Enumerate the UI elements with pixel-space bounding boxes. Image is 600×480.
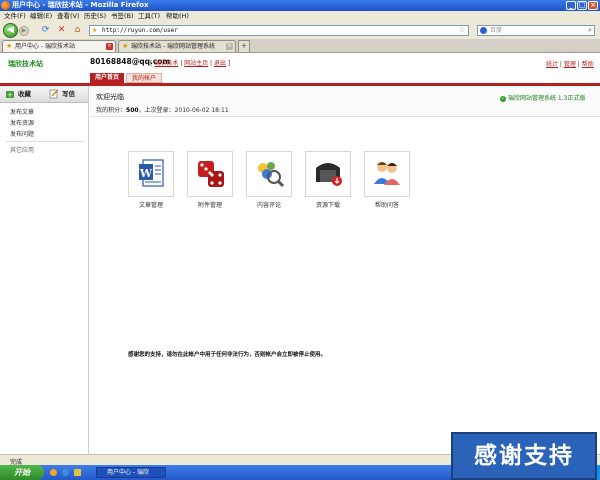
points-label: 我的积分： [96, 107, 127, 114]
sidebar-divider [6, 141, 84, 142]
link-help[interactable]: 帮助 [582, 61, 594, 68]
app-resource-download[interactable] [305, 151, 351, 197]
menu-edit[interactable]: 编辑(E) [30, 11, 52, 22]
bracket-open: [ [150, 60, 153, 67]
header-right-links: 统计 | 管理 | 帮助 [546, 61, 594, 68]
link-site-home[interactable]: 网站主页 [184, 60, 208, 67]
back-button[interactable]: ◀ [3, 23, 18, 38]
write-letter-icon [49, 89, 59, 99]
quicklaunch-folder-icon[interactable] [74, 469, 81, 476]
menu-file[interactable]: 文件(F) [4, 11, 26, 22]
write-button[interactable]: 写信 [62, 89, 75, 99]
account-notice: 感谢您的支持，请勿在此帐户中用于任何非法行为，否则帐户会立即被停止使用。 [128, 352, 327, 358]
tab-favicon-icon: ★ [122, 42, 129, 50]
app-article-manage[interactable]: W [128, 151, 174, 197]
page-favicon-icon: ★ [92, 27, 98, 34]
search-box[interactable]: 百度 ⌕ [477, 25, 595, 36]
tab-user-home[interactable]: 用户首页 [90, 73, 124, 83]
points-value: 500 [126, 107, 139, 114]
last-login-time: 2010-06-02 18:11 [174, 107, 229, 114]
url-text: http://ruyun.com/user [102, 27, 178, 34]
quicklaunch-firefox-icon[interactable] [50, 469, 57, 476]
url-bar[interactable]: ★ http://ruyun.com/user ☆ [89, 25, 469, 36]
link-logout[interactable]: 退出 [214, 60, 226, 67]
firefox-icon [1, 1, 10, 10]
link-stats[interactable]: 统计 [546, 61, 558, 68]
reload-icon[interactable]: ⟳ [40, 25, 51, 36]
home-icon[interactable]: ⌂ [72, 25, 83, 36]
maximize-button[interactable]: □ [577, 1, 587, 10]
app-label: 帮助问答 [374, 202, 399, 209]
tab-favicon-icon: ★ [6, 42, 13, 50]
tab-close-icon[interactable]: × [106, 43, 113, 50]
menu-view[interactable]: 查看(V) [57, 11, 80, 22]
favorite-button[interactable]: 收藏 [18, 89, 31, 99]
header-links: [ 瑞欣技术 | 网站主页 | 退出 ] [150, 60, 231, 67]
app-attachment-manage[interactable] [187, 151, 233, 197]
tab-label: 瑞欣技术站 - 瑞欣网站管理系统 [131, 43, 215, 50]
arrow-right-icon: ▶ [21, 27, 27, 34]
start-button[interactable]: 开始 [0, 465, 44, 480]
menu-bookmarks[interactable]: 书签(B) [111, 11, 134, 22]
new-tab-button[interactable]: + [238, 40, 250, 52]
search-icon[interactable]: ⌕ [588, 26, 592, 35]
quicklaunch-ie-icon[interactable] [62, 469, 69, 476]
tab-user-center[interactable]: ★ 用户中心 - 瑞欣技术站 × [2, 40, 116, 52]
user-points: 我的积分：500，上次登录：2010-06-02 18:11 [96, 105, 229, 114]
tab-close-icon[interactable]: × [226, 43, 233, 50]
tab-my-account[interactable]: 我的帐户 [126, 73, 162, 83]
close-window-button[interactable]: × [588, 1, 598, 10]
users-icon [374, 162, 400, 185]
menu-tools[interactable]: 工具(T) [138, 11, 160, 22]
bookmark-star-icon[interactable]: ☆ [459, 26, 465, 35]
link-ruixin-tech[interactable]: 瑞欣技术 [154, 60, 178, 67]
favorite-add-icon: + [6, 91, 14, 99]
app-content-comment[interactable] [246, 151, 292, 197]
app-label: 内容评论 [256, 202, 281, 209]
sidebar-item-other-apps[interactable]: 其它应用 [10, 145, 34, 154]
search-placeholder: 百度 [490, 27, 503, 34]
sidebar-item-publish-resource[interactable]: 发布资源 [10, 118, 34, 127]
forward-button[interactable]: ▶ [19, 26, 29, 36]
check-icon: ✓ [500, 95, 506, 102]
tab-site-home[interactable]: ★ 瑞欣技术站 - 瑞欣网站管理系统 × [118, 40, 236, 52]
thanks-banner: 感谢支持 [451, 432, 597, 480]
menu-help[interactable]: 帮助(H) [166, 11, 189, 22]
minimize-button[interactable]: _ [566, 1, 576, 10]
menu-history[interactable]: 历史(S) [84, 11, 106, 22]
link-admin[interactable]: 管理 [564, 61, 576, 68]
site-logo[interactable]: 瑞欣技术站 [8, 59, 43, 69]
sidebar-item-publish-article[interactable]: 发布文章 [10, 107, 34, 116]
comment-magnifier-icon [258, 162, 285, 188]
navigation-toolbar: ◀ ▶ ⟳ ✕ ⌂ ★ http://ruyun.com/user ☆ 百度 ⌕ [0, 22, 600, 40]
dice-icon [198, 161, 224, 187]
window-title-bar[interactable]: 用户中心 - 瑞欣技术站 - Mozilla Firefox _ □ × [0, 0, 600, 11]
stop-icon[interactable]: ✕ [56, 25, 67, 36]
svg-text:W: W [139, 167, 153, 180]
welcome-title: 欢迎光临 [96, 93, 124, 101]
svg-text:+: + [7, 91, 13, 99]
arrow-left-icon: ◀ [7, 25, 14, 35]
version-link[interactable]: ✓ 瑞欣网站管理系统 1.3正式版 [500, 93, 585, 102]
last-login-label: ，上次登录： [138, 107, 175, 114]
plus-icon: + [240, 41, 248, 50]
app-label: 文章管理 [138, 202, 163, 209]
app-help-qa[interactable] [364, 151, 410, 197]
download-box-icon [316, 163, 342, 186]
bracket-close: ] [227, 60, 231, 67]
tab-label: 用户中心 - 瑞欣技术站 [15, 43, 75, 50]
window-title: 用户中心 - 瑞欣技术站 - Mozilla Firefox [12, 1, 149, 9]
search-engine-icon [480, 27, 487, 34]
tab-bar: ★ 用户中心 - 瑞欣技术站 × ★ 瑞欣技术站 - 瑞欣网站管理系统 × + [0, 39, 600, 53]
sidebar-actions: + 收藏 写信 [0, 86, 88, 103]
sidebar-item-publish-question[interactable]: 发布问题 [10, 129, 34, 138]
word-document-icon: W [139, 159, 164, 187]
version-text: 瑞欣网站管理系统 1.3正式版 [508, 95, 586, 102]
app-label: 资源下载 [315, 202, 340, 209]
app-label: 附件管理 [197, 202, 222, 209]
taskbar-item-firefox[interactable]: 用户中心 - 瑞欣 [96, 467, 166, 478]
